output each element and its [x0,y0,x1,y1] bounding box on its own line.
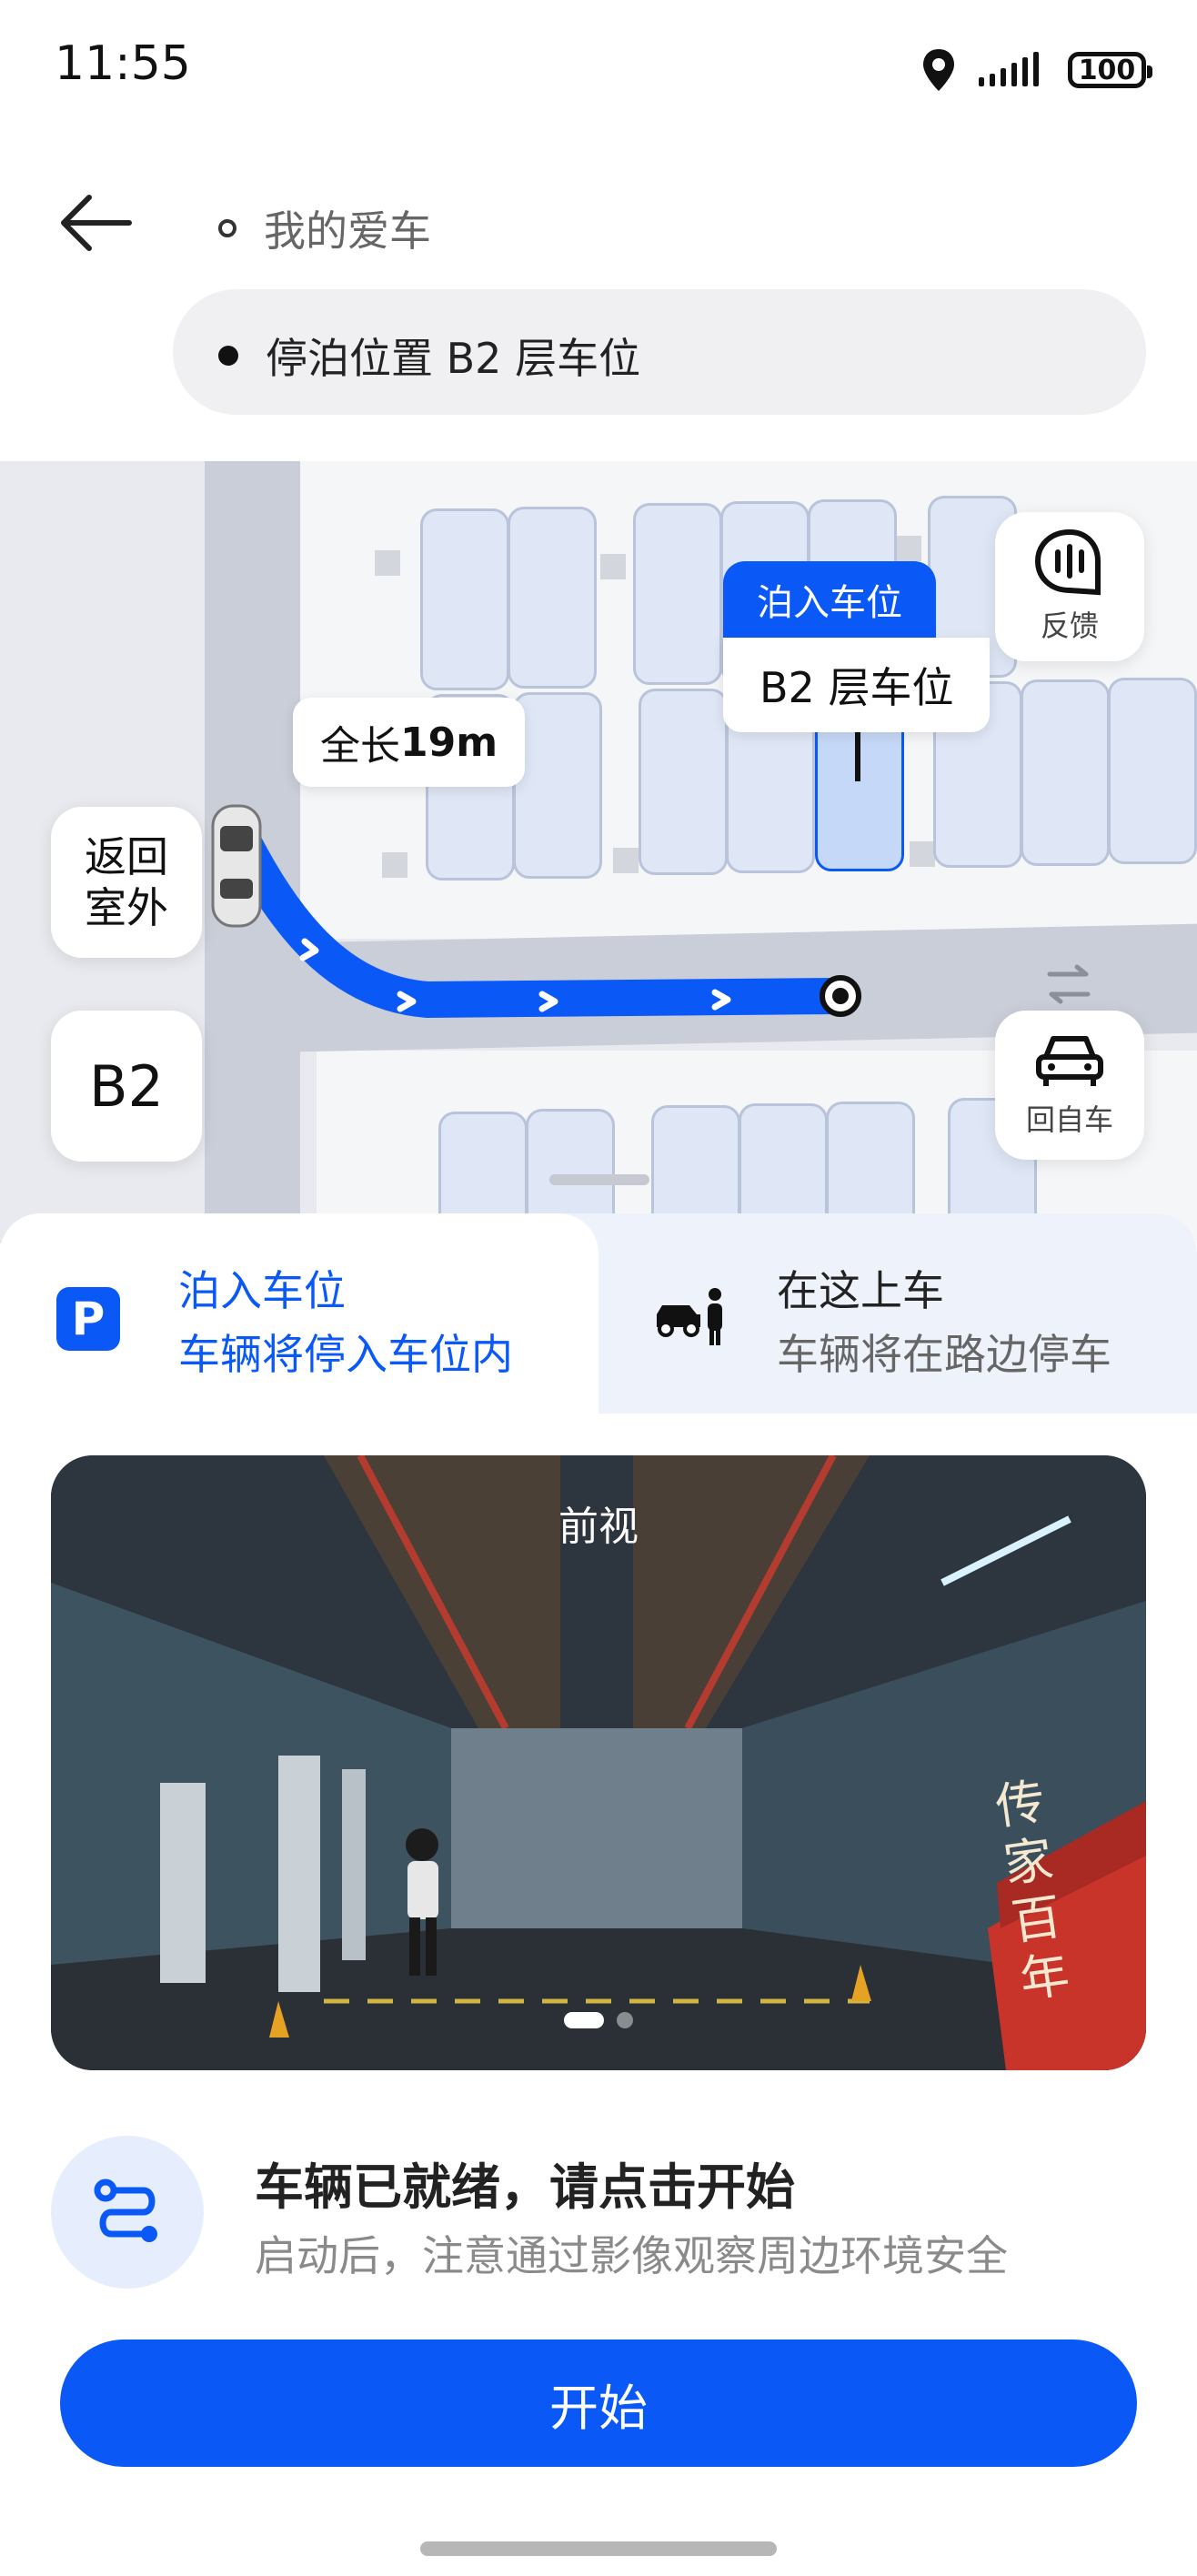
feedback-button[interactable]: 反馈 [995,512,1144,661]
return-outdoor-label: 返回室外 [85,832,168,932]
route-status-icon [94,2179,157,2242]
back-to-car-button[interactable]: 回自车 [995,1011,1144,1160]
mode-pickup-subtitle: 车辆将在路边停车 [777,1330,1112,1379]
ready-title: 车辆已就绪，请点击开始 [255,2158,795,2216]
battery-level: 100 [1078,54,1136,86]
route-length-bubble: 全长 19m [293,698,526,787]
back-button[interactable] [56,186,138,259]
status-icons: 100 [920,47,1152,93]
camera-view-label: 前视 [558,1504,639,1550]
feedback-label: 反馈 [1040,609,1099,643]
target-slot-label: B2 层车位 [759,663,954,712]
arrow-left-icon [61,195,132,251]
target-tag: 泊入车位 [723,561,936,638]
route-length-prefix: 全长 [320,723,400,770]
parking-map[interactable]: 全长 19m 泊入车位 B2 层车位 反馈 返回室外 B2 回自车 [0,461,1197,1243]
mode-park-in-subtitle: 车辆将停入车位内 [178,1330,513,1379]
swap-direction-icon[interactable] [1044,961,1093,1007]
back-to-car-label: 回自车 [1025,1102,1113,1137]
ready-subtitle: 启动后，注意通过影像观察周边环境安全 [255,2231,1008,2280]
floor-selector-button[interactable]: B2 [51,1011,202,1162]
target-tag-label: 泊入车位 [757,582,902,624]
home-indicator[interactable] [420,2541,777,2556]
route-destination[interactable]: 停泊位置 B2 层车位 [218,326,640,386]
front-camera-view[interactable]: 传家百年 前视 [51,1455,1146,2070]
battery-indicator: 100 [1068,52,1152,88]
page-dot[interactable] [617,2012,633,2028]
camera-page-indicator[interactable] [51,2012,1146,2028]
status-time: 11:55 [55,36,191,91]
route-status-icon-wrap [51,2136,204,2289]
route-destination-label: 停泊位置 B2 层车位 [266,334,641,383]
car-front-icon [1036,1036,1103,1086]
parking-p-icon: P [56,1287,120,1351]
destination-dot-icon [218,346,238,366]
car-pickup-icon [657,1288,722,1345]
route-length-value: 19m [400,719,498,766]
origin-ring-icon [218,219,236,237]
route-origin-label: 我的爱车 [264,206,431,256]
route-origin[interactable]: 我的爱车 [218,198,431,258]
signal-icon [979,52,1039,86]
floor-label: B2 [89,1052,164,1120]
return-outdoor-button[interactable]: 返回室外 [51,807,202,958]
location-icon [923,49,954,91]
mode-park-in-title: 泊入车位 [178,1266,346,1315]
sheet-drag-handle[interactable] [549,1174,649,1185]
feedback-icon [1034,528,1101,596]
start-button[interactable]: 开始 [60,2340,1137,2467]
target-slot-bubble[interactable]: B2 层车位 [723,638,991,732]
mode-pickup-title: 在这上车 [777,1266,944,1315]
page-dot-active[interactable] [564,2012,604,2028]
own-car-icon [211,804,262,928]
